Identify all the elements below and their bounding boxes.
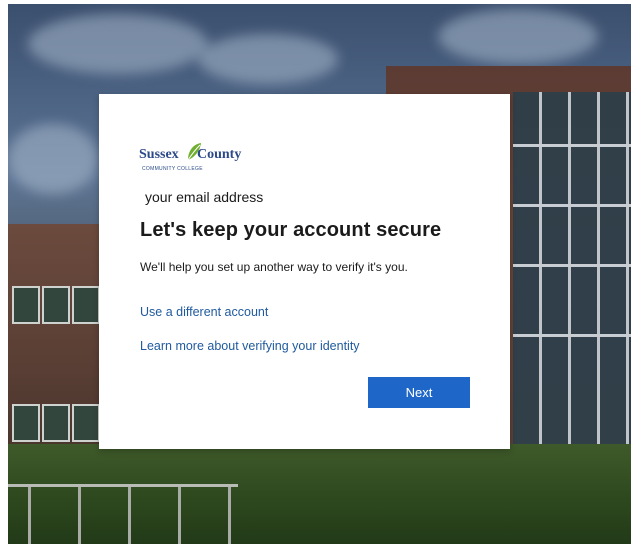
glass-divider [513,264,631,267]
logo-subtitle: COMMUNITY COLLEGE [142,166,203,172]
glass-divider [513,144,631,147]
college-logo: Sussex County COMMUNITY COLLEGE [139,142,279,172]
use-different-account-link[interactable]: Use a different account [140,305,268,319]
glass-divider [513,204,631,207]
learn-more-link[interactable]: Learn more about verifying your identity [140,339,360,353]
page: Sussex County COMMUNITY COLLEGE your ema… [0,0,631,544]
cloud-decoration [28,14,208,74]
cloud-decoration [198,34,338,84]
building-window [12,286,40,324]
building-window [72,286,100,324]
page-description: We'll help you set up another way to ver… [140,260,408,274]
building-window [12,404,40,442]
cloud-decoration [438,9,598,64]
building-window [42,286,70,324]
sign-in-card: Sussex County COMMUNITY COLLEGE your ema… [99,94,510,449]
cloud-decoration [8,124,98,194]
glass-divider [513,334,631,337]
building-window [42,404,70,442]
next-button[interactable]: Next [368,377,470,408]
logo-word-county: County [197,147,242,162]
account-email: your email address [145,189,264,205]
building-window [72,404,100,442]
building-left [8,224,108,449]
railing [8,484,238,544]
logo-word-sussex: Sussex [139,147,179,162]
page-title: Let's keep your account secure [140,219,442,241]
